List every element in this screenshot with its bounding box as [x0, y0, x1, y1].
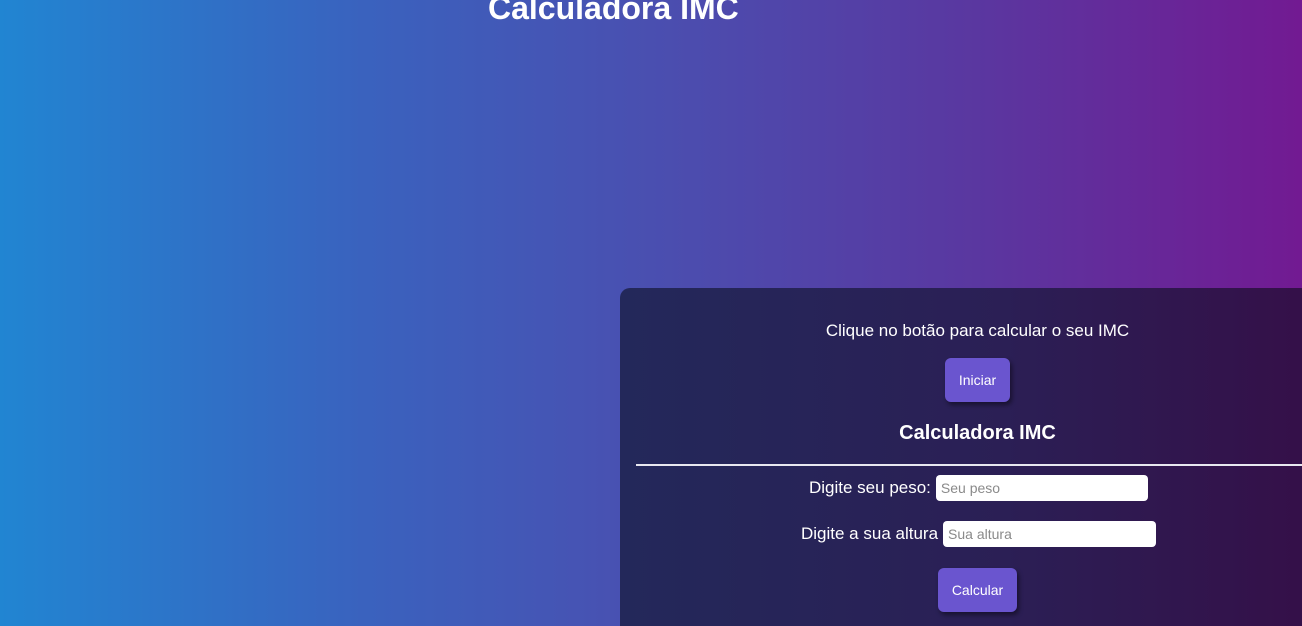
height-input[interactable]: [943, 521, 1157, 547]
weight-label: Digite seu peso:: [809, 478, 931, 497]
height-label: Digite a sua altura: [801, 524, 939, 543]
weight-row: Digite seu peso:: [809, 475, 1148, 501]
calculate-button[interactable]: Calcular: [938, 568, 1017, 612]
page-title: Calculadora IMC: [488, 0, 739, 26]
divider: [636, 464, 1302, 466]
calculator-heading: Calculadora IMC: [899, 422, 1056, 444]
imc-panel: Clique no botão para calcular o seu IMC …: [620, 288, 1302, 626]
height-row: Digite a sua altura: [801, 521, 1157, 547]
weight-input[interactable]: [935, 475, 1148, 501]
page-background: { "page": { "title": "Calculadora IMC" }…: [0, 0, 1302, 626]
intro-text: Clique no botão para calcular o seu IMC: [825, 321, 1130, 340]
start-button[interactable]: Iniciar: [945, 358, 1010, 402]
